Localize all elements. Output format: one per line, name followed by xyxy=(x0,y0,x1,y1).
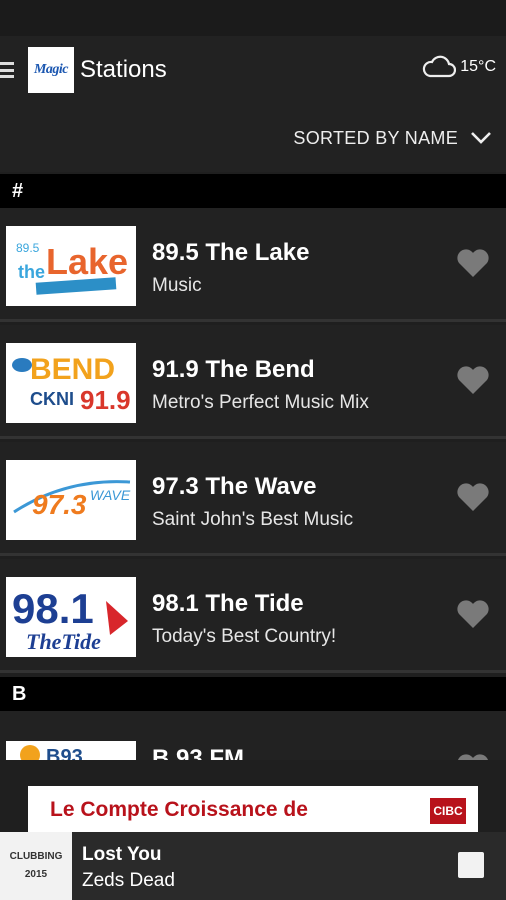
station-logo: BEND CKNI 91.9 xyxy=(6,343,136,423)
station-name: 97.3 The Wave xyxy=(152,473,317,500)
svg-text:TheTide: TheTide xyxy=(26,629,101,654)
heart-icon[interactable] xyxy=(456,365,490,395)
station-tagline: Today's Best Country! xyxy=(152,626,337,647)
track-title: Lost You xyxy=(82,844,162,865)
cloud-icon xyxy=(423,55,457,78)
svg-text:the: the xyxy=(18,262,45,282)
page-title: Stations xyxy=(80,56,167,83)
station-name: 91.9 The Bend xyxy=(152,356,315,383)
heart-icon[interactable] xyxy=(456,599,490,629)
chevron-down-icon xyxy=(471,132,491,144)
menu-icon[interactable] xyxy=(0,60,14,80)
svg-text:89.5: 89.5 xyxy=(16,241,40,255)
stop-button[interactable] xyxy=(458,852,484,878)
app-bar: Magic Stations 15°C xyxy=(0,36,506,104)
station-name: 98.1 The Tide xyxy=(152,590,304,617)
ad-brand-logo: CIBC xyxy=(430,798,466,824)
sort-selector[interactable]: SORTED BY NAME xyxy=(0,104,506,172)
station-name: 89.5 The Lake xyxy=(152,239,310,266)
station-tagline: Saint John's Best Music xyxy=(152,509,354,530)
svg-text:WAVE: WAVE xyxy=(90,487,131,503)
station-row[interactable]: BEND CKNI 91.9 91.9 The Bend Metro's Per… xyxy=(0,325,506,439)
app-logo: Magic xyxy=(28,47,74,93)
ad-box[interactable]: Le Compte Croissance de CIBC xyxy=(28,786,478,832)
section-header-b: B xyxy=(0,677,506,711)
svg-text:Lake: Lake xyxy=(46,241,128,282)
svg-text:BEND: BEND xyxy=(30,353,115,386)
ad-banner[interactable]: Le Compte Croissance de CIBC xyxy=(0,760,506,832)
station-row[interactable]: 89.5 the Lake 89.5 The Lake Music xyxy=(0,208,506,322)
ad-text: Le Compte Croissance de xyxy=(50,798,308,821)
section-header-hash: # xyxy=(0,174,506,208)
heart-icon[interactable] xyxy=(456,482,490,512)
station-logo: 98.1 TheTide xyxy=(6,577,136,657)
station-tagline: Music xyxy=(152,275,202,296)
station-logo: 89.5 the Lake xyxy=(6,226,136,306)
weather-widget[interactable]: 15°C xyxy=(422,54,496,80)
heart-icon[interactable] xyxy=(456,248,490,278)
track-artist: Zeds Dead xyxy=(82,870,175,891)
station-logo: 97.3 WAVE xyxy=(6,460,136,540)
station-tagline: Metro's Perfect Music Mix xyxy=(152,392,369,413)
svg-text:91.9: 91.9 xyxy=(80,385,131,415)
svg-text:97.3: 97.3 xyxy=(32,489,87,520)
weather-temperature: 15°C xyxy=(460,58,496,75)
svg-text:CKNI: CKNI xyxy=(30,389,74,409)
now-playing-bar[interactable]: CLUBBING 2015 Lost You Zeds Dead xyxy=(0,832,506,900)
album-art: CLUBBING 2015 xyxy=(0,832,72,900)
station-row[interactable]: 98.1 TheTide 98.1 The Tide Today's Best … xyxy=(0,559,506,673)
svg-text:98.1: 98.1 xyxy=(12,585,94,632)
status-bar xyxy=(0,0,506,36)
station-row[interactable]: 97.3 WAVE 97.3 The Wave Saint John's Bes… xyxy=(0,442,506,556)
sort-label: SORTED BY NAME xyxy=(293,127,458,148)
